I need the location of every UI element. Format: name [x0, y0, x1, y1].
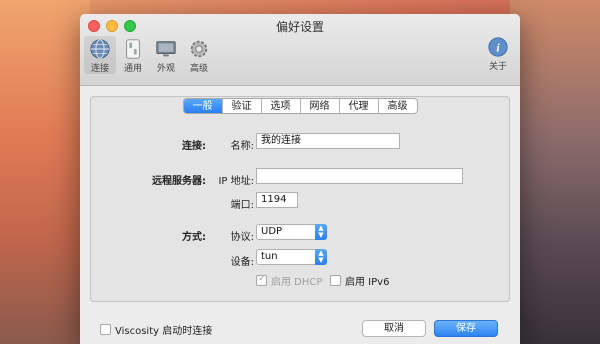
port-label: 端口: [230, 200, 254, 211]
connect-on-startup-option[interactable]: Viscosity 启动时连接 [100, 322, 212, 337]
select-arrows-icon: ▲ ▼ [315, 249, 327, 265]
tab-authentication[interactable]: 验证 [221, 99, 261, 113]
save-button[interactable]: 保存 [434, 320, 498, 337]
ipv6-option[interactable]: 启用 IPv6 [330, 273, 389, 288]
title-bar: 偏好设置 连接 通用 外观 高级 i 关于 [80, 14, 520, 86]
protocol-select[interactable]: UDP ▲ ▼ [256, 224, 327, 240]
dhcp-checkbox [256, 273, 267, 286]
select-arrows-icon: ▲ ▼ [315, 224, 327, 240]
connection-section-label: 连接: [182, 141, 206, 152]
window-title: 偏好设置 [275, 20, 324, 34]
protocol-label: 协议: [230, 232, 254, 243]
toolbar-advanced[interactable]: 高级 [183, 36, 215, 74]
toolbar: 连接 通用 外观 高级 [84, 36, 216, 74]
tab-general[interactable]: 一般 [183, 99, 222, 113]
toolbar-general-label: 通用 [123, 64, 142, 74]
settings-panel [90, 96, 510, 302]
desktop-wallpaper-right [510, 0, 600, 344]
device-select[interactable]: tun ▲ ▼ [256, 249, 327, 265]
ipv6-label: 启用 IPv6 [345, 277, 390, 288]
monitor-icon [156, 41, 176, 57]
protocol-value: UDP [261, 226, 283, 237]
toolbar-general[interactable]: 通用 [117, 36, 149, 74]
device-value: tun [261, 251, 278, 262]
toolbar-appearance-label: 外观 [156, 64, 175, 74]
remote-server-section-label: 远程服务器: [152, 176, 206, 187]
tab-bar: 一般 验证 选项 网络 代理 高级 [80, 98, 520, 114]
toolbar-about-label: 关于 [488, 62, 507, 72]
tab-options[interactable]: 选项 [260, 99, 300, 113]
globe-icon [90, 39, 110, 59]
toolbar-connections[interactable]: 连接 [84, 36, 116, 74]
desktop-wallpaper-left [0, 0, 90, 344]
cancel-button[interactable]: 取消 [362, 320, 426, 337]
preferences-window: 偏好设置 连接 通用 外观 高级 i 关于 连接: 名称: 我的连接 远程服务器… [80, 14, 520, 344]
connect-on-startup-label: Viscosity 启动时连接 [115, 326, 213, 337]
name-label: 名称: [230, 141, 254, 152]
connect-on-startup-checkbox[interactable] [100, 324, 111, 335]
info-icon: i [488, 37, 508, 57]
preferences-content: 连接: 名称: 我的连接 远程服务器: IP 地址: 端口: 1194 方式: … [80, 86, 520, 344]
toolbar-advanced-label: 高级 [189, 64, 208, 74]
toolbar-connections-label: 连接 [90, 64, 109, 74]
port-input[interactable]: 1194 [256, 192, 298, 208]
device-label: 设备: [230, 257, 254, 268]
gear-icon [190, 40, 208, 58]
tab-network[interactable]: 网络 [299, 99, 339, 113]
tab-advanced[interactable]: 高级 [377, 99, 417, 113]
switch-icon [126, 39, 140, 59]
dhcp-label: 启用 DHCP [271, 277, 323, 288]
tab-group: 一般 验证 选项 网络 代理 高级 [182, 98, 418, 114]
dhcp-option: 启用 DHCP [256, 273, 322, 288]
method-section-label: 方式: [182, 232, 206, 243]
connection-name-input[interactable]: 我的连接 [256, 133, 400, 149]
tab-proxy[interactable]: 代理 [338, 99, 378, 113]
ip-address-label: IP 地址: [218, 176, 254, 187]
ipv6-checkbox[interactable] [330, 275, 341, 286]
toolbar-about[interactable]: i 关于 [482, 36, 514, 72]
toolbar-appearance[interactable]: 外观 [150, 36, 182, 74]
ip-address-input[interactable] [256, 168, 463, 184]
